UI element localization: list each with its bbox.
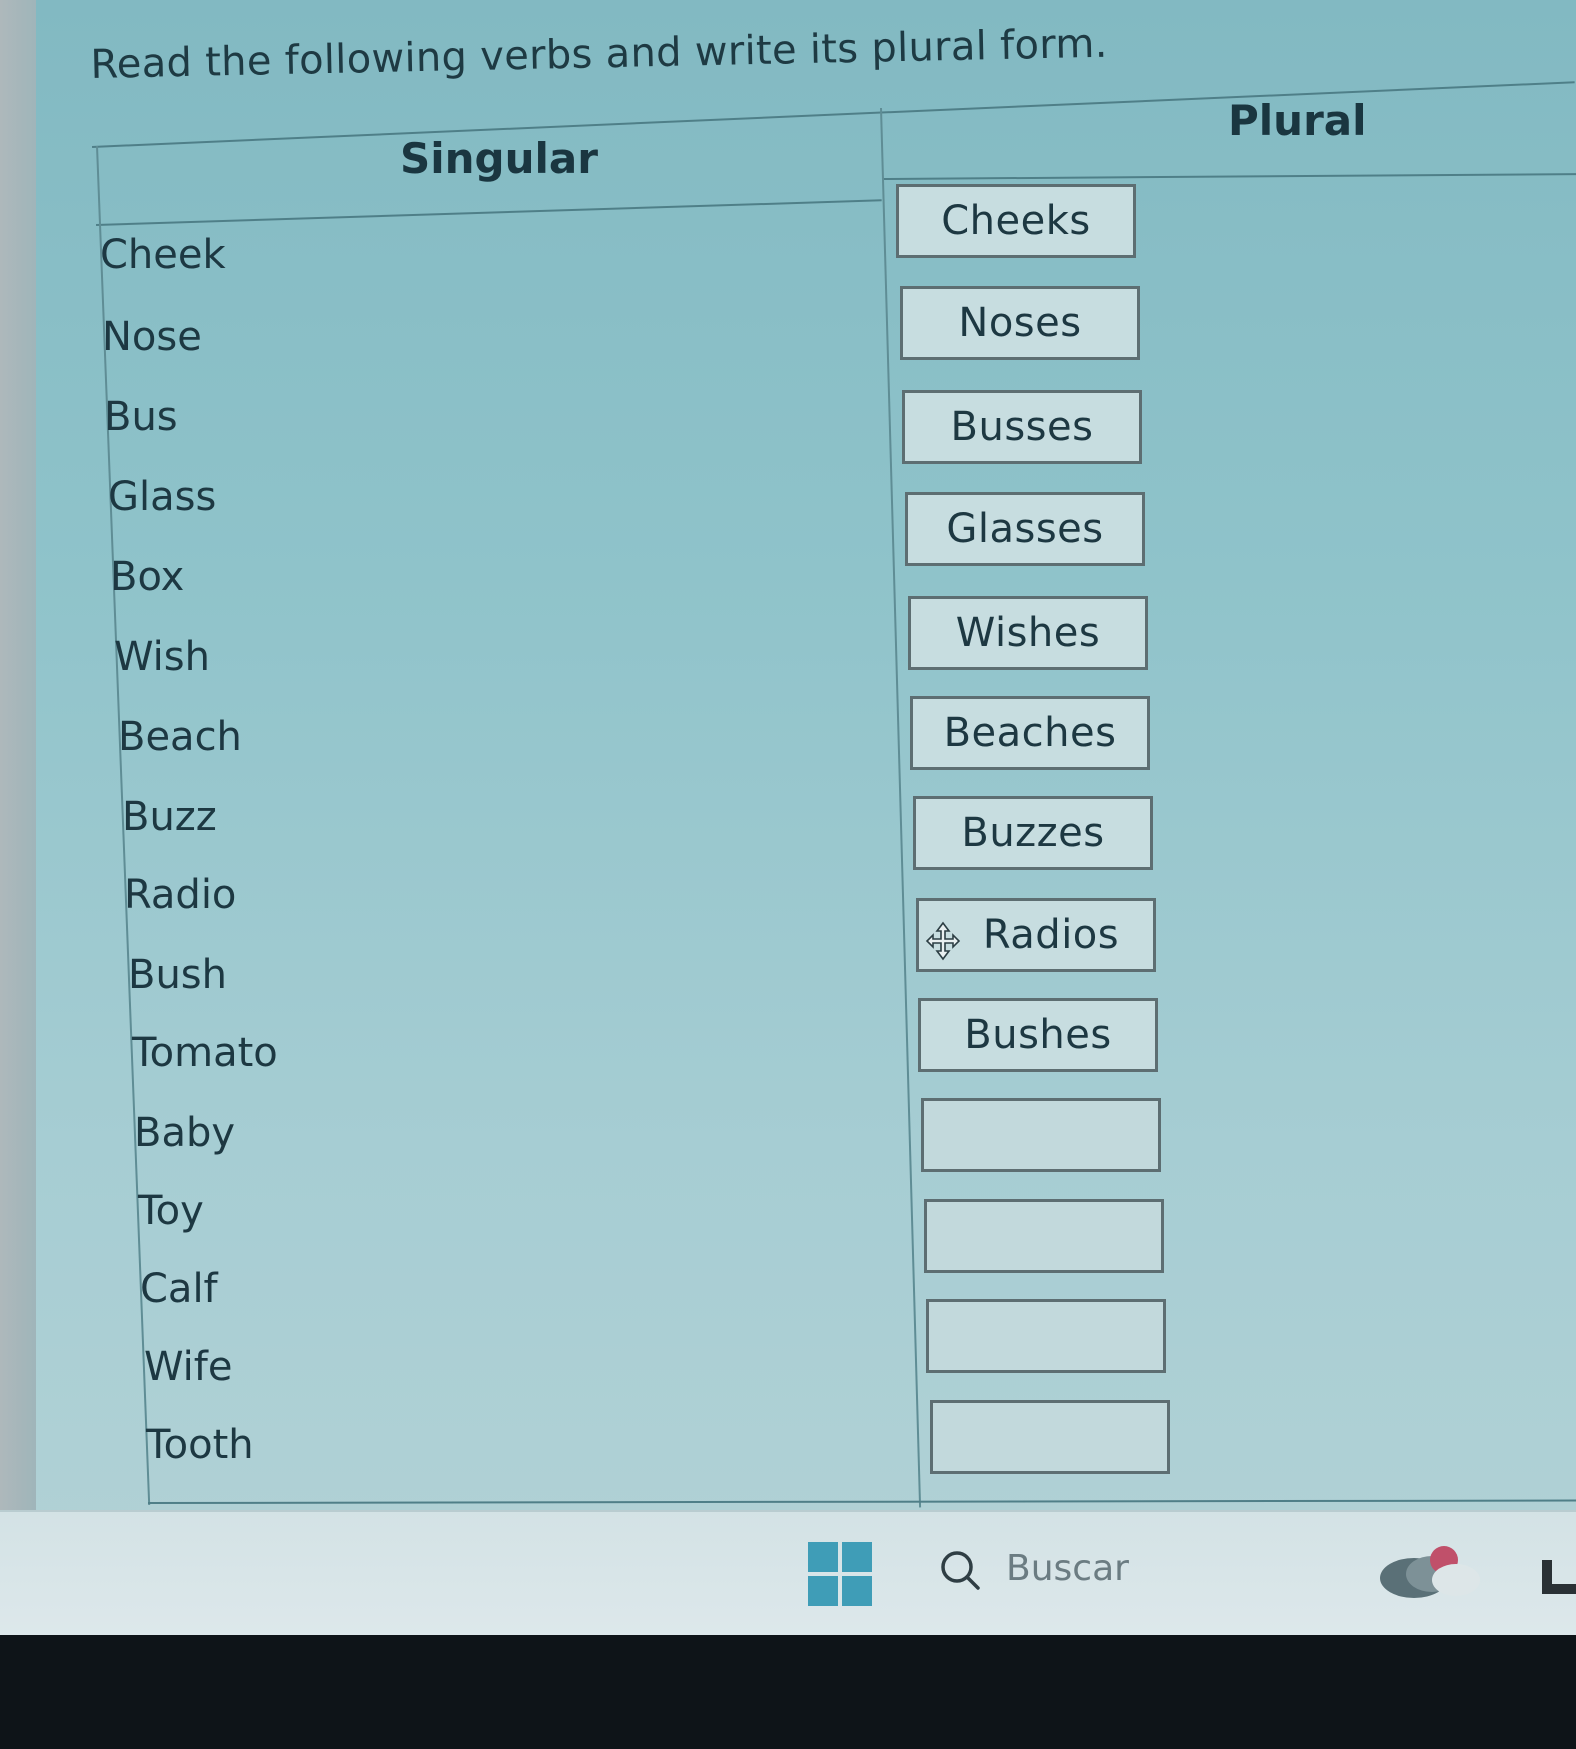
plural-answer-box[interactable]: Cheeks [896,184,1136,258]
singular-word-tooth: Tooth [146,1422,254,1468]
plural-answer-text: Radios [982,912,1120,958]
worksheet: Read the following verbs and write its p… [0,0,1576,1510]
singular-word-bus: Bus [104,394,178,440]
plural-answer-text: Cheeks [941,198,1091,244]
windows-start-button[interactable] [808,1542,872,1606]
plural-header-underline [882,173,1576,180]
plural-answer-text: Beaches [943,710,1117,756]
plural-answer-box[interactable]: Wishes [908,596,1148,670]
plural-answer-text: Busses [950,404,1094,450]
singular-word-cheek: Cheek [100,232,226,278]
plural-header: Plural [1228,96,1367,145]
singular-word-box: Box [110,554,185,600]
plural-answer-text: Glasses [946,506,1104,552]
search-box-label[interactable]: Buscar [1006,1548,1129,1589]
screen: Read the following verbs and write its p… [0,0,1576,1635]
singular-word-wife: Wife [144,1344,233,1390]
windows-logo-tile [842,1576,872,1606]
plural-answer-box[interactable]: Busses [902,390,1142,464]
plural-answer-box[interactable]: Buzzes [913,796,1153,870]
windows-logo-tile [808,1576,838,1606]
plural-answer-box[interactable]: Noses [900,286,1140,360]
singular-word-radio: Radio [124,872,237,918]
plural-answer-box[interactable] [930,1400,1170,1474]
singular-word-toy: Toy [138,1188,204,1234]
singular-word-glass: Glass [108,474,217,520]
singular-word-calf: Calf [140,1266,218,1312]
plural-answer-box[interactable]: Radios [916,898,1156,972]
singular-word-bush: Bush [128,952,227,998]
plural-answer-box[interactable] [924,1199,1164,1273]
windows-logo-tile [808,1542,838,1572]
plural-answer-text: Noses [958,300,1082,346]
taskbar: Buscar [0,1510,1576,1635]
plural-answer-box[interactable] [921,1098,1161,1172]
singular-word-nose: Nose [102,314,202,360]
singular-word-baby: Baby [134,1110,236,1156]
plural-answer-text: Buzzes [961,810,1105,856]
instruction-text: Read the following verbs and write its p… [90,20,1109,88]
app-icon[interactable] [1540,1556,1576,1596]
singular-word-buzz: Buzz [122,794,217,840]
table-bottom-line [148,1499,1576,1504]
singular-word-wish: Wish [114,634,210,680]
plural-answer-box[interactable] [926,1299,1166,1373]
singular-word-beach: Beach [118,714,242,760]
search-icon[interactable] [938,1548,982,1592]
plural-answer-box[interactable]: Beaches [910,696,1150,770]
plural-answer-box[interactable]: Bushes [918,998,1158,1072]
singular-word-tomato: Tomato [132,1030,278,1076]
windows-logo-tile [842,1542,872,1572]
plural-answer-box[interactable]: Glasses [905,492,1145,566]
singular-header: Singular [400,134,598,183]
singular-header-underline [96,199,882,226]
weather-widget-icon[interactable] [1358,1540,1494,1604]
plural-answer-text: Wishes [955,610,1101,656]
move-cursor-icon [925,921,961,961]
plural-answer-text: Bushes [964,1012,1112,1058]
